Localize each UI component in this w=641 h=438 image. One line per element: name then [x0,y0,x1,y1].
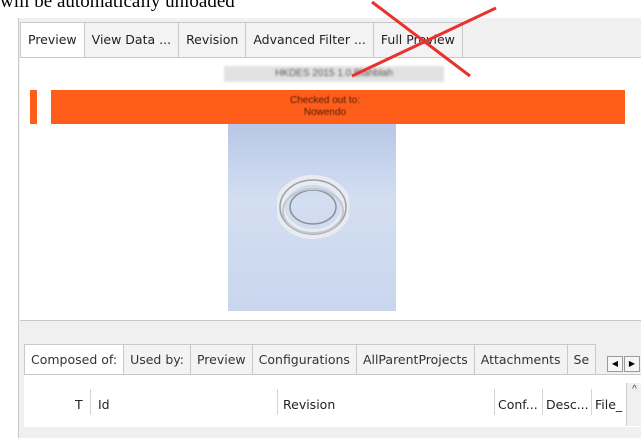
tab-all-parent-projects[interactable]: AllParentProjects [356,344,475,375]
banner-text: Checked out to: Nowendo [240,95,410,119]
column-header-configuration[interactable]: Conf... [498,397,538,412]
caption-text: will be automatically unloaded [0,0,235,12]
scroll-right-icon[interactable]: ▶ [624,356,640,372]
ring-part-thumbnail-icon [277,175,349,239]
grid-vertical-scrollbar[interactable]: ^ [626,383,641,426]
bottom-tab-strip: Composed of: Used by: Preview Configurat… [24,344,597,376]
column-header-file[interactable]: File_ [595,397,622,412]
composed-of-grid: T Id Revision Conf... Desc... File_ [24,374,641,427]
tab-advanced-filter[interactable]: Advanced Filter ... [246,22,374,58]
tab-full-preview[interactable]: Full Preview [373,22,463,58]
column-header-revision[interactable]: Revision [283,397,335,412]
tab-configurations[interactable]: Configurations [252,344,357,375]
tab-preview[interactable]: Preview [20,22,85,59]
tab-view-data[interactable]: View Data ... [84,22,180,58]
tab-scroll-buttons: ◀ ▶ [607,356,641,372]
tab-bottom-preview[interactable]: Preview [190,344,253,375]
preview-header-text: HKDES 2015 1.0 Blahblah [224,66,444,82]
banner-line-1: Checked out to: [289,95,361,106]
column-separator [542,389,543,415]
banner-line-2: Nowendo [303,107,347,118]
part-thumbnail [228,124,396,311]
tab-attachments[interactable]: Attachments [474,344,568,375]
tab-used-by[interactable]: Used by: [124,344,191,375]
column-separator [591,389,592,415]
column-separator [494,389,495,415]
column-separator [277,389,278,415]
tab-revision[interactable]: Revision [179,22,247,58]
column-header-id[interactable]: Id [98,397,110,412]
column-separator [90,389,91,415]
column-header-type[interactable]: T [75,397,83,412]
column-header-description[interactable]: Desc... [546,397,589,412]
tab-truncated[interactable]: Se [567,344,597,375]
tab-composed-of[interactable]: Composed of: [24,344,125,376]
banner-left-marker [30,90,51,124]
scroll-up-icon[interactable]: ^ [627,383,641,397]
scroll-left-icon[interactable]: ◀ [607,356,623,372]
top-tab-strip: Preview View Data ... Revision Advanced … [20,22,463,59]
